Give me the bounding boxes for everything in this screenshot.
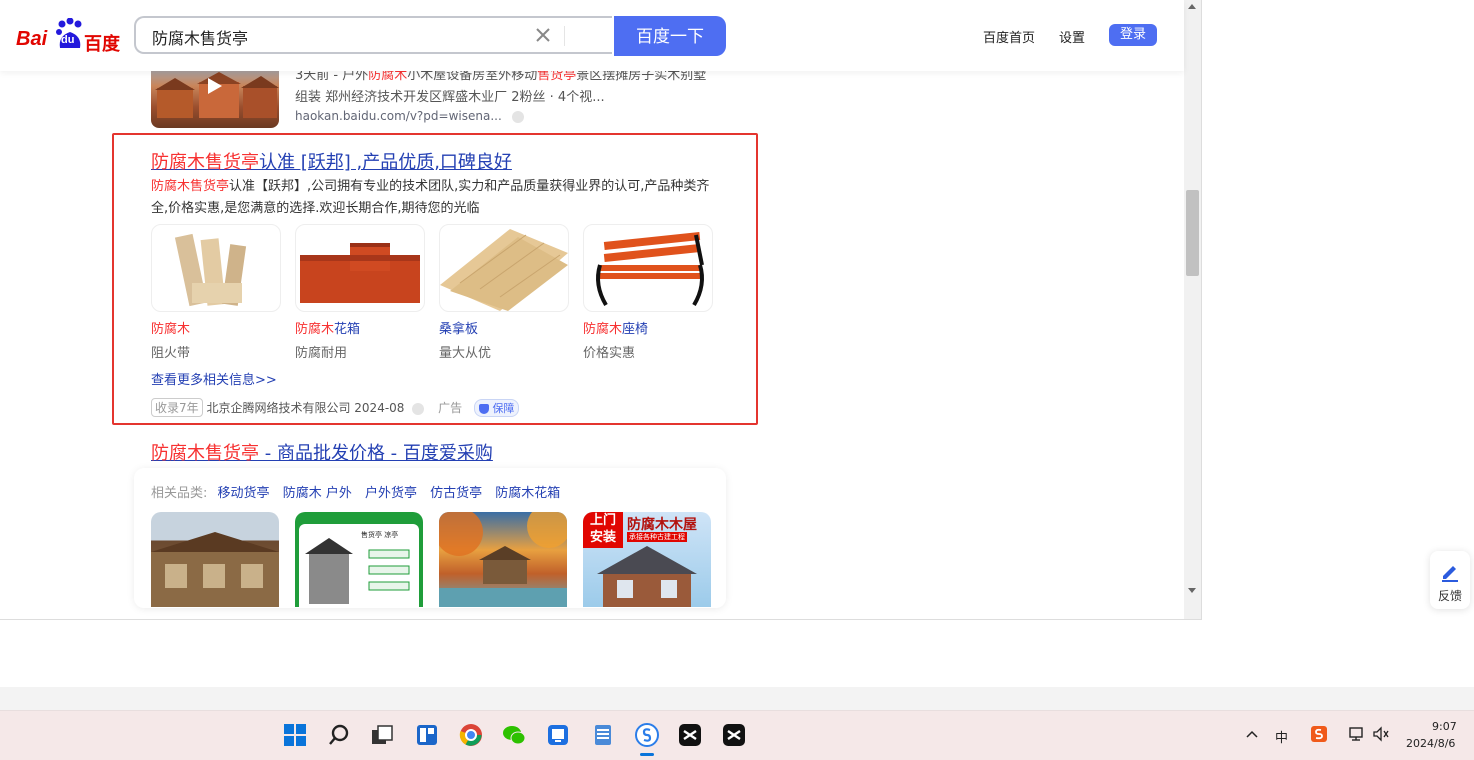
wood-planks-image bbox=[174, 233, 247, 307]
ad-label: 广告 bbox=[438, 401, 463, 415]
related-categories-row: 相关品类: 移动货亭 防腐木 户外 户外货亭 仿古货亭 防腐木花箱 bbox=[151, 482, 560, 501]
sogou-browser-icon[interactable] bbox=[635, 723, 659, 747]
product-card-label-1[interactable]: 防腐木 bbox=[151, 318, 190, 337]
search-box bbox=[134, 16, 612, 54]
desktop-background bbox=[0, 620, 1450, 687]
nav-settings-link[interactable]: 设置 bbox=[1059, 27, 1085, 46]
third-result-title[interactable]: 防腐木售货亭 - 商品批发价格 - 百度爱采购 bbox=[151, 439, 493, 465]
feedback-button[interactable]: 反馈 bbox=[1430, 551, 1470, 609]
kiosk-autumn-image bbox=[439, 512, 567, 607]
network-icon[interactable] bbox=[1348, 726, 1366, 742]
search-icon[interactable] bbox=[327, 723, 351, 747]
related-link-2[interactable]: 防腐木 户外 bbox=[283, 486, 352, 501]
chevron-down-icon[interactable] bbox=[511, 110, 524, 123]
close-icon[interactable] bbox=[532, 24, 554, 46]
product-card-image-4[interactable] bbox=[583, 224, 713, 312]
app-icon-blue-shield[interactable] bbox=[546, 723, 570, 747]
shield-check-icon bbox=[478, 404, 489, 414]
clock-date[interactable]: 2024/8/6 bbox=[1406, 737, 1455, 750]
speaker-muted-icon[interactable] bbox=[1372, 726, 1390, 742]
sogou-ime-icon[interactable] bbox=[1310, 725, 1328, 743]
sauna-board-image bbox=[440, 229, 568, 311]
related-link-1[interactable]: 移动货亭 bbox=[218, 486, 270, 501]
search-header: Bai du 百度 百度一下 百度首页 设置 登录 bbox=[0, 0, 1184, 71]
scroll-up-arrow-icon[interactable] bbox=[1188, 4, 1196, 9]
pencil-icon bbox=[1442, 566, 1458, 582]
product-card-sub-3: 量大从优 bbox=[439, 346, 492, 361]
related-product-image-1[interactable] bbox=[151, 512, 279, 607]
product-card-sub-2: 防腐耐用 bbox=[295, 346, 348, 361]
related-product-image-2[interactable]: 售货亭 凉亭 bbox=[295, 512, 423, 607]
related-link-5[interactable]: 防腐木花箱 bbox=[495, 486, 560, 501]
ad-result-title[interactable]: 防腐木售货亭认准 [跃邦] ,产品优质,口碑良好 bbox=[151, 148, 512, 174]
video-result-url[interactable]: haokan.baidu.com/v?pd=wisena... bbox=[295, 109, 524, 123]
search-input[interactable] bbox=[150, 25, 514, 49]
related-link-3[interactable]: 户外货亭 bbox=[365, 486, 417, 501]
wechat-icon[interactable] bbox=[502, 723, 526, 747]
active-app-indicator bbox=[640, 753, 654, 756]
related-product-image-3[interactable] bbox=[439, 512, 567, 607]
wooden-house-image bbox=[597, 546, 697, 607]
related-label: 相关品类: bbox=[151, 486, 208, 501]
pavilion-image bbox=[305, 538, 410, 604]
results-content: 3天前 - 户外防腐木小木屋设备房室外移动售货亭景区摆摊房子实木别墅 组装 郑州… bbox=[0, 0, 1184, 619]
product-card-image-2[interactable] bbox=[295, 224, 425, 312]
divider bbox=[564, 26, 565, 46]
scroll-thumb[interactable] bbox=[1186, 190, 1199, 276]
product-card-label-3[interactable]: 桑拿板 bbox=[439, 318, 478, 337]
ime-indicator[interactable]: 中 bbox=[1275, 727, 1288, 746]
scroll-down-arrow-icon[interactable] bbox=[1188, 588, 1196, 593]
task-view-icon[interactable] bbox=[370, 723, 394, 747]
product-card-label-2[interactable]: 防腐木花箱 bbox=[295, 318, 360, 337]
taskbar: 中 9:07 2024/8/6 bbox=[0, 710, 1474, 760]
related-product-image-4[interactable]: 上门 安装 防腐木木屋 承接各种古建工程 bbox=[583, 512, 711, 607]
nav-home-link[interactable]: 百度首页 bbox=[983, 27, 1035, 46]
capcut-icon-2[interactable] bbox=[722, 723, 746, 747]
desktop-background-lower bbox=[0, 687, 1474, 710]
indexed-years-badge: 收录7年 bbox=[151, 398, 203, 417]
guarantee-badge[interactable]: 保障 bbox=[473, 399, 520, 417]
baidu-logo[interactable]: Bai du 百度 bbox=[16, 18, 126, 55]
clock-time[interactable]: 9:07 bbox=[1432, 720, 1457, 733]
bench-image bbox=[596, 232, 704, 307]
capcut-icon[interactable] bbox=[678, 723, 702, 747]
product-card-sub-4: 价格实惠 bbox=[583, 346, 636, 361]
related-categories-panel: 相关品类: 移动货亭 防腐木 户外 户外货亭 仿古货亭 防腐木花箱 售货亭 凉亭… bbox=[134, 468, 726, 608]
windows-start-icon[interactable] bbox=[283, 723, 307, 747]
log-house-image bbox=[151, 532, 279, 607]
login-button[interactable]: 登录 bbox=[1109, 24, 1157, 46]
chevron-down-icon[interactable] bbox=[412, 402, 425, 415]
related-link-4[interactable]: 仿古货亭 bbox=[430, 486, 482, 501]
product-card-label-4[interactable]: 防腐木座椅 bbox=[583, 318, 648, 337]
more-info-link[interactable]: 查看更多相关信息>> bbox=[151, 369, 277, 388]
video-result-line2: 组装 郑州经济技术开发区辉盛木业厂 2粉丝 · 4个视... bbox=[295, 90, 605, 105]
ad-result-description: 防腐木售货亭认准【跃邦】,公司拥有专业的技术团队,实力和产品质量获得业界的认可,… bbox=[151, 179, 710, 216]
product-card-image-1[interactable] bbox=[151, 224, 281, 312]
widgets-icon[interactable] bbox=[415, 723, 439, 747]
poster-title: 售货亭 凉亭 bbox=[361, 531, 399, 539]
browser-viewport: 3天前 - 户外防腐木小木屋设备房室外移动售货亭景区摆摊房子实木别墅 组装 郑州… bbox=[0, 0, 1202, 620]
ad-source-line: 收录7年 北京企腾网络技术有限公司 2024-08 广告 保障 bbox=[151, 398, 520, 417]
chrome-icon[interactable] bbox=[459, 723, 483, 747]
chevron-up-icon[interactable] bbox=[1245, 729, 1259, 739]
company-name[interactable]: 北京企腾网络技术有限公司 2024-08 bbox=[206, 401, 404, 415]
notepad-icon[interactable] bbox=[591, 723, 615, 747]
planter-box-image bbox=[300, 243, 420, 303]
search-button[interactable]: 百度一下 bbox=[614, 16, 726, 56]
product-card-sub-1: 阻火带 bbox=[151, 346, 191, 361]
product-card-image-3[interactable] bbox=[439, 224, 569, 312]
vertical-scrollbar[interactable] bbox=[1184, 0, 1201, 619]
